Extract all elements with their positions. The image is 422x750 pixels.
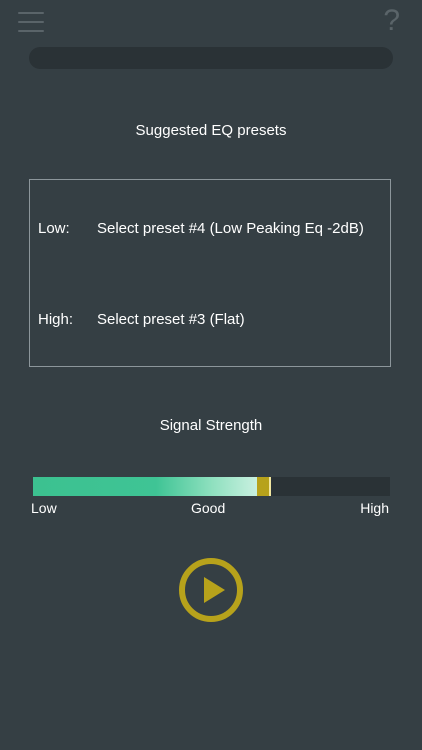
- hamburger-menu-icon[interactable]: [18, 12, 44, 32]
- signal-level-marker: [257, 477, 271, 496]
- signal-label-high: High: [360, 500, 389, 516]
- signal-strength-fill: [33, 477, 257, 496]
- progress-bar: [29, 47, 393, 69]
- signal-label-low: Low: [31, 500, 57, 516]
- preset-text-high: Select preset #3 (Flat): [97, 311, 245, 328]
- play-icon: [179, 558, 243, 622]
- app-screen: ? Suggested EQ presets Low: Select prese…: [0, 0, 422, 750]
- help-icon[interactable]: ?: [383, 4, 400, 38]
- eq-presets-title: Suggested EQ presets: [135, 122, 287, 139]
- signal-label-good: Good: [191, 500, 226, 516]
- signal-strength-meter: [33, 477, 390, 496]
- play-button[interactable]: [178, 557, 244, 623]
- eq-preset-row-low: Low: Select preset #4 (Low Peaking Eq -2…: [38, 220, 364, 237]
- signal-strength-title: Signal Strength: [159, 417, 263, 434]
- eq-presets-box: Low: Select preset #4 (Low Peaking Eq -2…: [29, 179, 391, 367]
- signal-scale-labels: Low Good High: [31, 500, 389, 518]
- band-label-low: Low:: [38, 220, 70, 237]
- eq-preset-row-high: High: Select preset #3 (Flat): [38, 311, 245, 328]
- band-label-high: High:: [38, 311, 74, 328]
- preset-text-low: Select preset #4 (Low Peaking Eq -2dB): [97, 220, 364, 237]
